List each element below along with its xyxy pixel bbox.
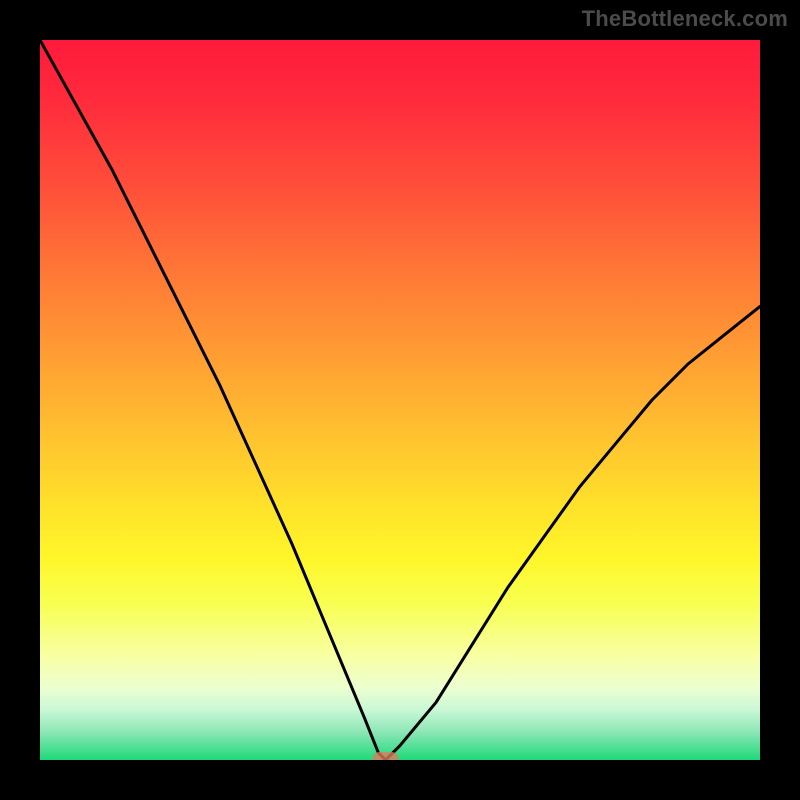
watermark-text: TheBottleneck.com xyxy=(582,6,788,32)
bottleneck-curve xyxy=(40,40,760,760)
bottleneck-chart xyxy=(40,40,760,760)
optimal-point-marker xyxy=(373,752,399,760)
chart-svg xyxy=(40,40,760,760)
